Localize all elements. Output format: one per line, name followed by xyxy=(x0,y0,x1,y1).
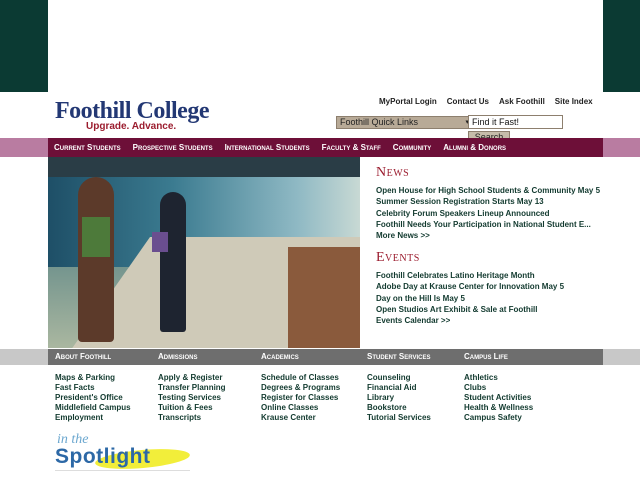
events-calendar-link[interactable]: Events Calendar >> xyxy=(376,315,606,326)
footer-headers: About Foothill Admissions Academics Stud… xyxy=(48,349,603,365)
event-item[interactable]: Day on the Hill Is May 5 xyxy=(376,293,606,304)
events-list: Foothill Celebrates Latino Heritage Mont… xyxy=(376,270,606,326)
footer-header-campus-life[interactable]: Campus Life xyxy=(464,352,508,361)
footer-link[interactable]: Employment xyxy=(55,413,131,423)
footer-link[interactable]: Testing Services xyxy=(158,393,226,403)
search-input[interactable]: Find it Fast! xyxy=(468,115,563,129)
more-news-link[interactable]: More News >> xyxy=(376,230,606,241)
nav-prospective-students[interactable]: Prospective Students xyxy=(127,143,219,152)
footer-link[interactable]: Health & Wellness xyxy=(464,403,533,413)
footer-link[interactable]: Tutorial Services xyxy=(367,413,431,423)
utility-links: MyPortal Login Contact Us Ask Foothill S… xyxy=(379,97,593,106)
footer-link[interactable]: Online Classes xyxy=(261,403,340,413)
footer-link[interactable]: Bookstore xyxy=(367,403,431,413)
footer-col-campus-life: Athletics Clubs Student Activities Healt… xyxy=(464,373,533,423)
spotlight-banner[interactable]: in the Spotlight xyxy=(55,432,191,473)
footer-link[interactable]: Library xyxy=(367,393,431,403)
footer-link[interactable]: Middlefield Campus xyxy=(55,403,131,413)
footer-link[interactable]: Athletics xyxy=(464,373,533,383)
footer-link[interactable]: Fast Facts xyxy=(55,383,131,393)
footer-link[interactable]: Krause Center xyxy=(261,413,340,423)
footer-col-admissions: Apply & Register Transfer Planning Testi… xyxy=(158,373,226,423)
events-heading: Events xyxy=(376,250,420,265)
news-heading: News xyxy=(376,165,410,180)
quick-links-label: Foothill Quick Links xyxy=(340,117,419,127)
side-decoration-right xyxy=(603,0,640,92)
footer-link[interactable]: Maps & Parking xyxy=(55,373,131,383)
footer-col-about: Maps & Parking Fast Facts President's Of… xyxy=(55,373,131,423)
footer-link[interactable]: President's Office xyxy=(55,393,131,403)
footer-link[interactable]: Financial Aid xyxy=(367,383,431,393)
footer-header-student-services[interactable]: Student Services xyxy=(367,352,430,361)
footer-header-about[interactable]: About Foothill xyxy=(55,352,111,361)
news-item[interactable]: Celebrity Forum Speakers Lineup Announce… xyxy=(376,208,606,219)
college-logo[interactable]: Foothill College xyxy=(55,99,209,123)
footer-col-student-services: Counseling Financial Aid Library Booksto… xyxy=(367,373,431,423)
logo-tagline: Upgrade. Advance. xyxy=(86,121,177,132)
main-nav: Current Students Prospective Students In… xyxy=(48,138,603,157)
side-decoration-left xyxy=(0,0,48,92)
spotlight-title: Spotlight xyxy=(55,445,151,468)
footer-link[interactable]: Apply & Register xyxy=(158,373,226,383)
myportal-login-link[interactable]: MyPortal Login xyxy=(379,97,437,106)
footer-link[interactable]: Transfer Planning xyxy=(158,383,226,393)
events-section: Events Foothill Celebrates Latino Herita… xyxy=(376,250,606,326)
event-item[interactable]: Foothill Celebrates Latino Heritage Mont… xyxy=(376,270,606,281)
hero-photo xyxy=(48,157,360,348)
nav-faculty-staff[interactable]: Faculty & Staff xyxy=(316,143,387,152)
footer-header-admissions[interactable]: Admissions xyxy=(158,352,197,361)
event-item[interactable]: Adobe Day at Krause Center for Innovatio… xyxy=(376,281,606,292)
footer-link[interactable]: Degrees & Programs xyxy=(261,383,340,393)
footer-link[interactable]: Counseling xyxy=(367,373,431,383)
quick-links-select[interactable]: Foothill Quick Links ▾ xyxy=(336,116,472,129)
footer-link[interactable]: Campus Safety xyxy=(464,413,533,423)
footer-link[interactable]: Student Activities xyxy=(464,393,533,403)
footer-col-academics: Schedule of Classes Degrees & Programs R… xyxy=(261,373,340,423)
footer-link[interactable]: Transcripts xyxy=(158,413,226,423)
news-list: Open House for High School Students & Co… xyxy=(376,185,606,241)
news-item[interactable]: Foothill Needs Your Participation in Nat… xyxy=(376,219,606,230)
news-item[interactable]: Summer Session Registration Starts May 1… xyxy=(376,196,606,207)
nav-alumni-donors[interactable]: Alumni & Donors xyxy=(437,143,512,152)
footer-header-academics[interactable]: Academics xyxy=(261,352,299,361)
footer-link[interactable]: Tuition & Fees xyxy=(158,403,226,413)
footer-link[interactable]: Schedule of Classes xyxy=(261,373,340,383)
news-section: News Open House for High School Students… xyxy=(376,165,606,241)
nav-international-students[interactable]: International Students xyxy=(219,143,316,152)
footer-link[interactable]: Clubs xyxy=(464,383,533,393)
header: Foothill College Upgrade. Advance. MyPor… xyxy=(48,92,603,143)
site-index-link[interactable]: Site Index xyxy=(555,97,593,106)
ask-foothill-link[interactable]: Ask Foothill xyxy=(499,97,545,106)
nav-community[interactable]: Community xyxy=(387,143,437,152)
news-item[interactable]: Open House for High School Students & Co… xyxy=(376,185,606,196)
event-item[interactable]: Open Studios Art Exhibit & Sale at Footh… xyxy=(376,304,606,315)
footer-link[interactable]: Register for Classes xyxy=(261,393,340,403)
contact-us-link[interactable]: Contact Us xyxy=(447,97,489,106)
nav-current-students[interactable]: Current Students xyxy=(48,143,127,152)
